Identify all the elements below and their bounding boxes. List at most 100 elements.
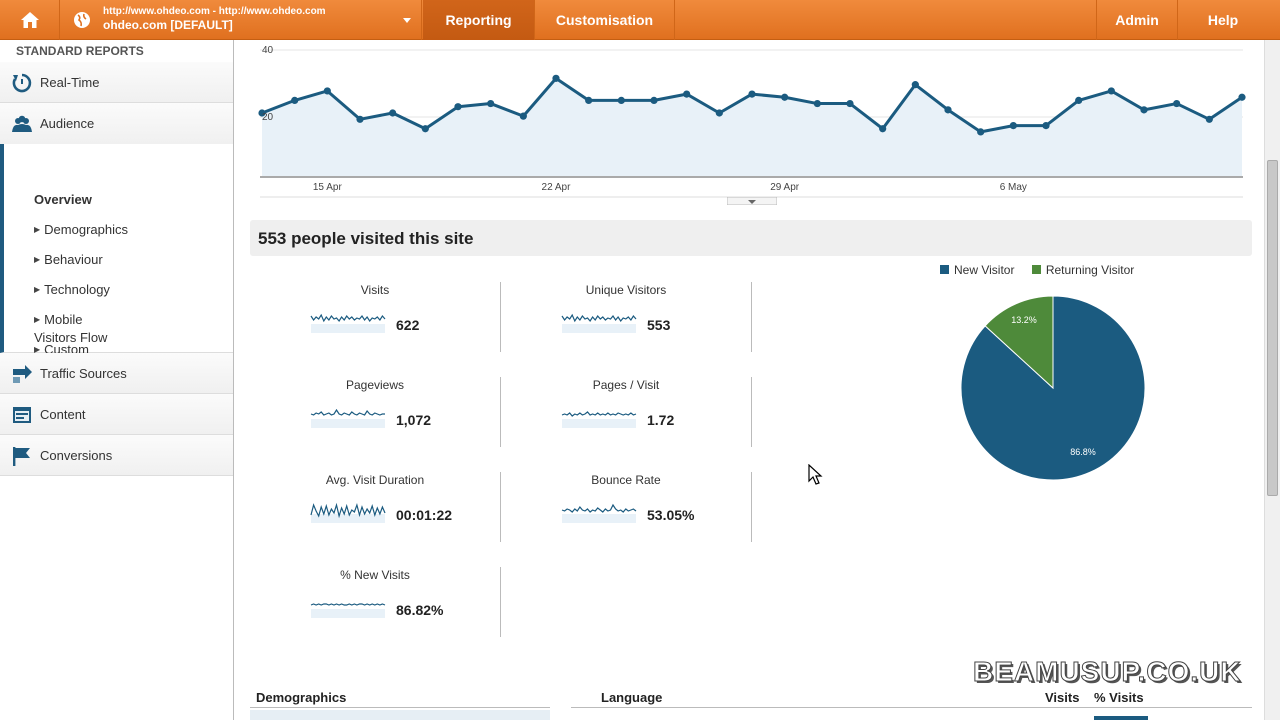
y-tick-label: 40	[262, 45, 274, 56]
data-point	[1075, 96, 1083, 104]
x-tick-label: 29 Apr	[770, 182, 800, 193]
sidebar-item-audience[interactable]: Audience	[0, 103, 233, 144]
sparkline	[561, 411, 637, 428]
metric-bounce-rate[interactable]: Bounce Rate 53.05%	[501, 473, 751, 543]
home-icon	[20, 12, 39, 28]
legend-label: Returning Visitor	[1045, 263, 1135, 277]
sparkline-line	[561, 313, 637, 323]
visits-bar	[1094, 716, 1148, 720]
metric-label: % New Visits	[340, 568, 410, 582]
legend-label: New Visitor	[954, 263, 1015, 277]
tab-admin[interactable]: Admin	[1096, 0, 1178, 40]
legend-item-new-visitor[interactable]: New Visitor	[940, 263, 1014, 277]
standard-reports-heading: STANDARD REPORTS	[16, 44, 144, 58]
metric-avg-visit-duration[interactable]: Avg. Visit Duration 00:01:22	[250, 473, 500, 543]
metric-unique-visitors[interactable]: Unique Visitors 553	[501, 283, 751, 353]
data-point	[519, 112, 527, 120]
scrollbar-thumb[interactable]	[1267, 160, 1278, 496]
home-button[interactable]	[0, 0, 60, 40]
legend-item-returning-visitor[interactable]: Returning Visitor	[1031, 263, 1135, 277]
divider	[500, 567, 501, 637]
metric-label: Unique Visitors	[585, 283, 667, 297]
metric-new-visits[interactable]: % New Visits 86.82%	[250, 568, 500, 638]
metric-label: Pages / Visit	[592, 378, 660, 392]
sparkline	[310, 313, 386, 333]
pie-label-new: 86.8%	[1070, 447, 1096, 457]
globe-icon	[74, 12, 90, 28]
sidebar-item-label: Conversions	[40, 448, 113, 463]
data-point	[487, 99, 495, 108]
sidebar-item-realtime[interactable]: Real-Time	[0, 62, 233, 103]
summary-header: 553 people visited this site	[250, 220, 1252, 256]
tab-customisation[interactable]: Customisation	[535, 0, 675, 40]
y-tick-label: 20	[262, 112, 274, 123]
watermark-logo: BEAMUSUP.CO.UK	[973, 656, 1242, 688]
metric-value: 1.72	[647, 412, 675, 428]
metric-visits[interactable]: Visits 622	[250, 283, 500, 353]
realtime-icon	[12, 73, 32, 93]
tab-help[interactable]: Help	[1178, 0, 1268, 40]
sidebar-item-label: Audience	[40, 116, 95, 131]
data-point	[389, 109, 397, 117]
data-point	[585, 96, 593, 104]
chart-collapse-handle[interactable]	[727, 197, 777, 205]
tab-reporting[interactable]: Reporting	[423, 0, 535, 40]
data-point	[1140, 106, 1148, 114]
sidebar-item-mobile[interactable]: ▶ Mobile	[34, 312, 82, 327]
sidebar-item-overview[interactable]: Overview	[34, 192, 92, 207]
sidebar-item-traffic-sources[interactable]: Traffic Sources	[0, 353, 233, 394]
metric-value: 86.82%	[396, 602, 444, 618]
sparkline	[310, 502, 386, 523]
sparkline-fill	[311, 324, 385, 333]
data-point	[813, 99, 821, 108]
metric-label: Bounce Rate	[591, 473, 661, 487]
demographics-heading: Demographics	[256, 690, 347, 705]
sidebar-item-visitors-flow[interactable]: Visitors Flow	[34, 330, 107, 345]
data-point	[1009, 122, 1017, 130]
data-point	[715, 109, 723, 117]
sidebar-item-label: Technology	[44, 282, 110, 297]
divider	[250, 707, 550, 708]
language-heading: Language	[601, 690, 663, 705]
data-point	[748, 90, 756, 98]
account-selector[interactable]: http://www.ohdeo.com - http://www.ohdeo.…	[60, 0, 422, 40]
sparkline-line	[310, 408, 385, 416]
data-point	[1238, 93, 1246, 101]
metric-value: 1,072	[396, 412, 432, 428]
data-point	[1173, 99, 1181, 108]
data-point	[879, 125, 887, 133]
divider	[751, 377, 752, 447]
sidebar-item-technology[interactable]: ▶ Technology	[34, 282, 110, 297]
pct-visits-column-header: % Visits	[1094, 690, 1144, 705]
legend-swatch	[1031, 265, 1041, 274]
divider	[751, 282, 752, 352]
x-tick-label: 15 Apr	[313, 182, 343, 193]
sparkline-fill	[562, 514, 636, 523]
sidebar-item-demographics[interactable]: ▶ Demographics	[34, 222, 128, 237]
sparkline	[561, 503, 637, 523]
expand-arrow-icon: ▶	[34, 315, 41, 324]
pie-label-returning: 13.2%	[1011, 315, 1037, 325]
metric-pageviews[interactable]: Pageviews 1,072	[250, 378, 500, 448]
summary-title: 553 people visited this site	[258, 229, 474, 248]
data-point	[650, 96, 658, 104]
sidebar-item-behaviour[interactable]: ▶ Behaviour	[34, 252, 103, 267]
data-point	[1042, 122, 1050, 130]
metric-pages-per-visit[interactable]: Pages / Visit 1.72	[501, 378, 751, 448]
arrows-icon	[13, 365, 32, 383]
data-point	[291, 96, 299, 104]
visits-column-header: Visits	[1045, 690, 1080, 705]
metric-value: 622	[396, 317, 420, 333]
vertical-scrollbar[interactable]	[1264, 40, 1280, 720]
data-point	[454, 103, 462, 111]
account-name: ohdeo.com [DEFAULT]	[103, 18, 233, 32]
sidebar-item-conversions[interactable]: Conversions	[0, 435, 233, 476]
data-point	[323, 87, 331, 95]
data-point	[944, 106, 952, 114]
data-point	[1107, 87, 1115, 95]
metric-value: 00:01:22	[396, 507, 453, 523]
main-content: 40 20 15 Apr 22 Apr 29 Apr 6 May 553 people v…	[240, 40, 1264, 720]
sidebar-item-content[interactable]: Content	[0, 394, 233, 435]
chevron-down-icon	[403, 18, 411, 23]
data-point	[781, 93, 789, 101]
